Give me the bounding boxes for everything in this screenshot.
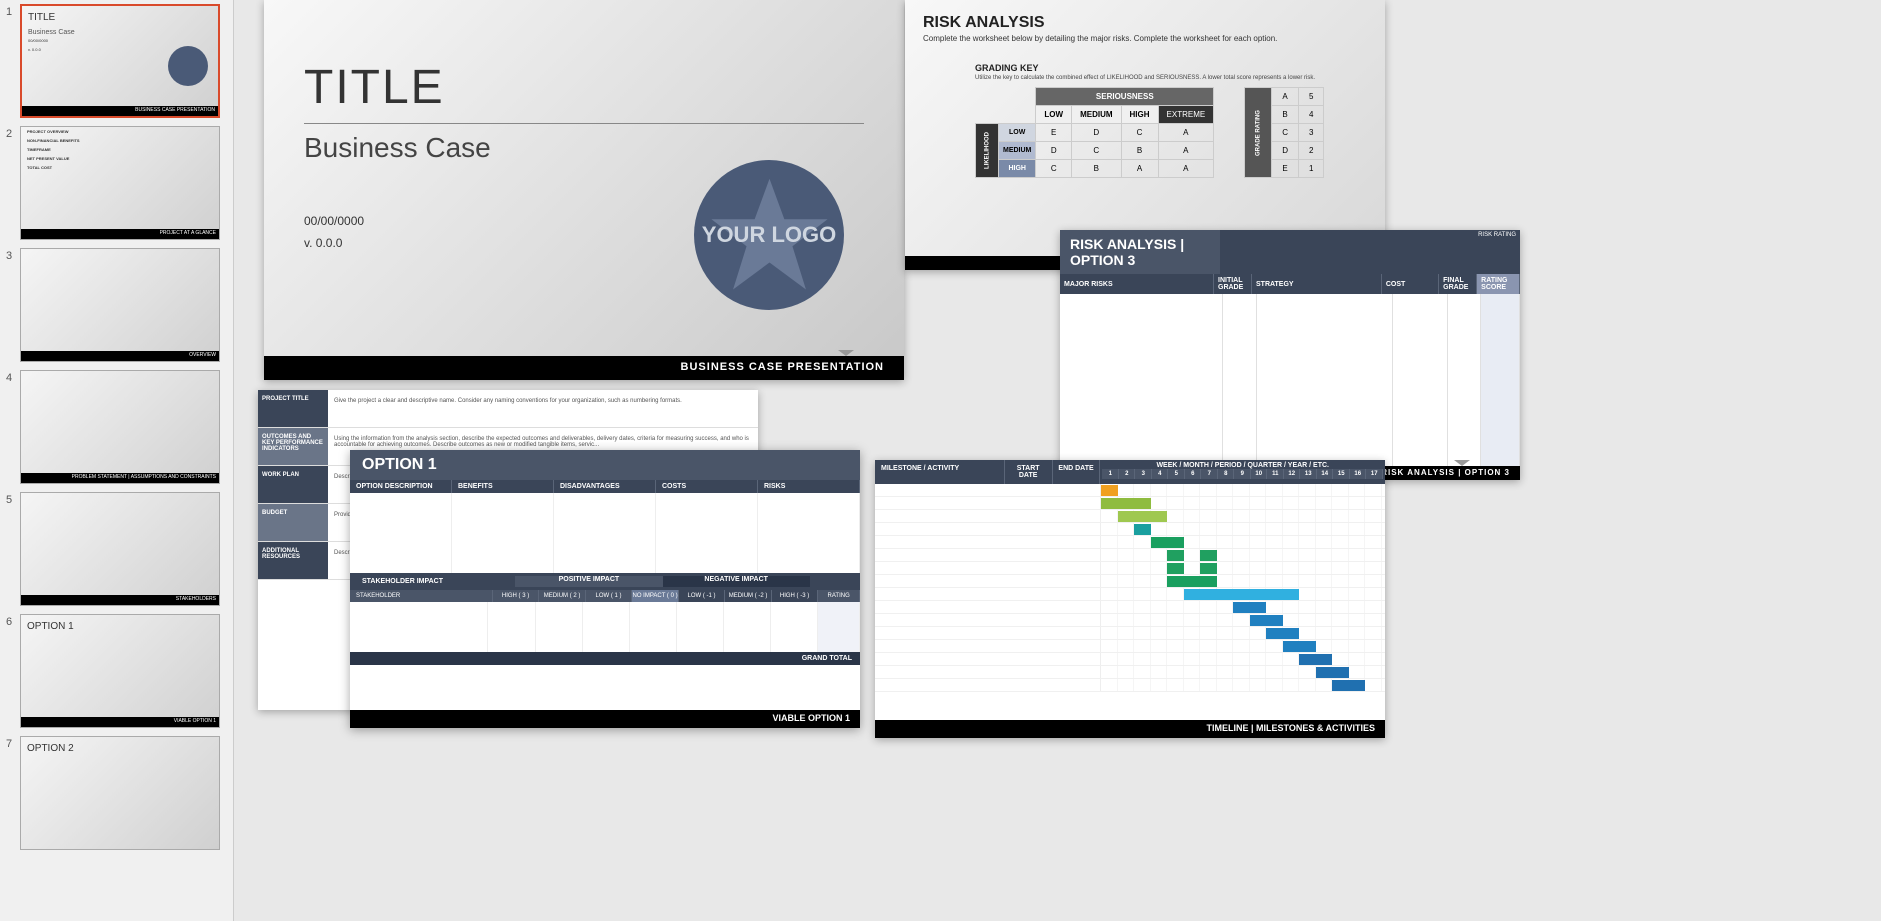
canvas: TITLE Business Case 00/00/0000 v. 0.0.0 … xyxy=(240,0,1881,921)
slide-thumbnails-panel: 1TITLEBusiness Case00/00/0000v. 0.0.0BUS… xyxy=(0,0,234,921)
slide-thumbnail-2[interactable]: PROJECT OVERVIEWNON-FINANCIAL BENEFITSTI… xyxy=(20,126,220,240)
slide-timeline[interactable]: MILESTONE / ACTIVITY START DATE END DATE… xyxy=(875,460,1385,738)
slide-thumbnail-4[interactable]: PROBLEM STATEMENT | ASSUMPTIONS AND CONS… xyxy=(20,370,220,484)
slide-thumbnail-5[interactable]: STAKEHOLDERS xyxy=(20,492,220,606)
slide-title[interactable]: TITLE Business Case 00/00/0000 v. 0.0.0 … xyxy=(264,0,904,380)
risk-title: RISK ANALYSIS xyxy=(905,0,1385,34)
risk-subtitle: Complete the worksheet below by detailin… xyxy=(905,34,1385,43)
slide-footer: BUSINESS CASE PRESENTATION xyxy=(264,356,904,380)
gantt-chart xyxy=(875,484,1385,694)
slide-risk-option3[interactable]: RISK ANALYSIS | OPTION 3 RISK RATING MAJ… xyxy=(1060,230,1520,480)
slide-option1[interactable]: OPTION 1 OPTION DESCRIPTION BENEFITS DIS… xyxy=(350,450,860,728)
grade-rating-table: GRADE RATING A5 B4 C3 D2 E1 xyxy=(1244,87,1324,178)
slide-thumbnail-3[interactable]: OVERVIEW xyxy=(20,248,220,362)
slide-thumbnail-7[interactable]: OPTION 2 xyxy=(20,736,220,850)
logo-placeholder: YOUR LOGO xyxy=(694,160,844,310)
risk-matrix: SERIOUSNESS LOW MEDIUM HIGH EXTREME LIKE… xyxy=(975,87,1214,178)
main-title: TITLE xyxy=(264,0,904,115)
slide-thumbnail-6[interactable]: OPTION 1VIABLE OPTION 1 xyxy=(20,614,220,728)
slide-thumbnail-1[interactable]: TITLEBusiness Case00/00/0000v. 0.0.0BUSI… xyxy=(20,4,220,118)
